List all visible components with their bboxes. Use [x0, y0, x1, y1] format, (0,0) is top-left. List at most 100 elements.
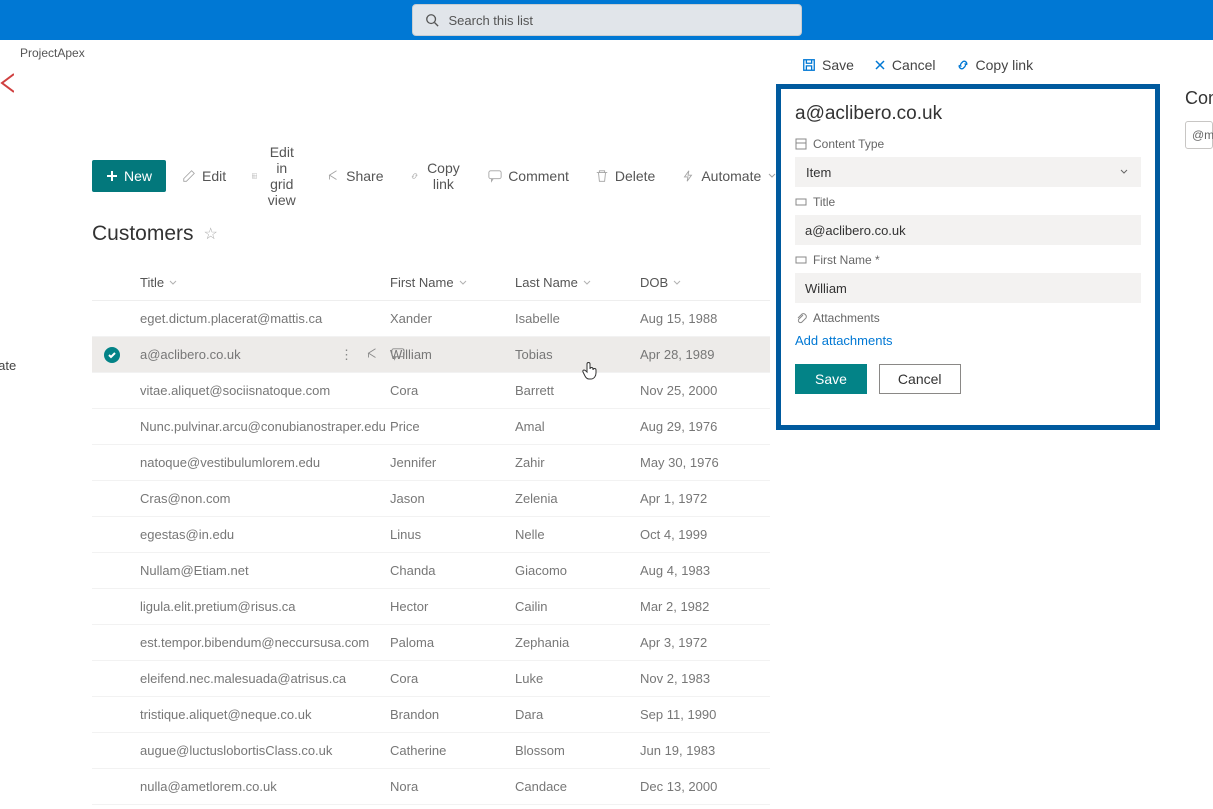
cell-lastname: Dara [515, 707, 640, 722]
firstname-label: First Name * [795, 253, 1141, 267]
cell-dob: Oct 4, 1999 [640, 527, 770, 542]
panel-copylink-button[interactable]: Copy link [948, 53, 1042, 77]
cell-title[interactable]: Nullam@Etiam.net [140, 563, 390, 578]
site-logo [0, 70, 14, 96]
table-row[interactable]: augue@luctuslobortisClass.co.ukCatherine… [92, 733, 770, 769]
table-row[interactable]: vitae.aliquet@sociisnatoque.comCoraBarre… [92, 373, 770, 409]
cell-firstname: Cora [390, 671, 515, 686]
cell-dob: Aug 29, 1976 [640, 419, 770, 434]
col-header-firstname[interactable]: First Name [390, 275, 515, 290]
col-header-title[interactable]: Title [140, 275, 390, 290]
cell-firstname: Chanda [390, 563, 515, 578]
cell-firstname: Catherine [390, 743, 515, 758]
cell-title[interactable]: tristique.aliquet@neque.co.uk [140, 707, 390, 722]
cell-firstname: Paloma [390, 635, 515, 650]
chevron-down-icon [582, 278, 592, 288]
edit-panel: a@aclibero.co.uk Content Type Item Title… [776, 84, 1160, 430]
row-more-icon[interactable]: ⋮ [340, 347, 353, 363]
cell-title[interactable]: nulla@ametlorem.co.uk [140, 779, 390, 794]
row-share-icon[interactable] [365, 347, 379, 361]
table-row[interactable]: a@aclibero.co.ukWilliamTobiasApr 28, 198… [92, 337, 770, 373]
plus-icon [106, 170, 118, 182]
search-input[interactable] [449, 13, 789, 28]
new-button[interactable]: New [92, 160, 166, 192]
cell-title[interactable]: augue@luctuslobortisClass.co.uk [140, 743, 390, 758]
table-row[interactable]: eleifend.nec.malesuada@atrisus.caCoraLuk… [92, 661, 770, 697]
table-row[interactable]: egestas@in.eduLinusNelleOct 4, 1999 [92, 517, 770, 553]
cancel-button[interactable]: Cancel [879, 364, 961, 394]
search-icon [425, 13, 439, 27]
save-button[interactable]: Save [795, 364, 867, 394]
cell-title[interactable]: eleifend.nec.malesuada@atrisus.ca [140, 671, 390, 686]
table-row[interactable]: Nullam@Etiam.netChandaGiacomoAug 4, 1983 [92, 553, 770, 589]
comment-icon [488, 169, 502, 183]
panel-cancel-label: Cancel [892, 57, 936, 73]
cell-title[interactable]: eget.dictum.placerat@mattis.ca [140, 311, 390, 326]
edit-grid-label: Edit in grid view [263, 144, 300, 208]
cell-dob: Apr 3, 1972 [640, 635, 770, 650]
search-box[interactable] [412, 4, 802, 36]
cell-title[interactable]: Cras@non.com [140, 491, 390, 506]
cell-title[interactable]: est.tempor.bibendum@neccursusa.com [140, 635, 390, 650]
contenttype-icon [795, 138, 807, 150]
cell-title[interactable]: vitae.aliquet@sociisnatoque.com [140, 383, 390, 398]
delete-button[interactable]: Delete [585, 160, 665, 192]
panel-save-label: Save [822, 57, 854, 73]
panel-cancel-button[interactable]: Cancel [866, 53, 944, 77]
panel-save-button[interactable]: Save [794, 53, 862, 77]
cell-firstname: Price [390, 419, 515, 434]
table-row[interactable]: Cras@non.comJasonZeleniaApr 1, 1972 [92, 481, 770, 517]
col-dob-label: DOB [640, 275, 668, 290]
table-row[interactable]: ligula.elit.pretium@risus.caHectorCailin… [92, 589, 770, 625]
chevron-down-icon [672, 278, 682, 288]
automate-button[interactable]: Automate [671, 160, 787, 192]
cell-lastname: Candace [515, 779, 640, 794]
share-button[interactable]: Share [316, 160, 393, 192]
table-row[interactable]: Nunc.pulvinar.arcu@conubianostraper.eduP… [92, 409, 770, 445]
site-title: ProjectApex [20, 46, 85, 60]
col-firstname-label: First Name [390, 275, 454, 290]
nav-item[interactable]: emplate [0, 358, 16, 373]
col-header-dob[interactable]: DOB [640, 275, 770, 290]
cell-title[interactable]: egestas@in.edu [140, 527, 390, 542]
table-row[interactable]: tristique.aliquet@neque.co.ukBrandonDara… [92, 697, 770, 733]
add-attachments-link[interactable]: Add attachments [795, 333, 1141, 348]
attachments-label: Attachments [795, 311, 1141, 325]
table-row[interactable]: eget.dictum.placerat@mattis.caXanderIsab… [92, 301, 770, 337]
comment-button[interactable]: Comment [478, 160, 579, 192]
chevron-down-icon [168, 278, 178, 288]
cell-dob: Apr 1, 1972 [640, 491, 770, 506]
copylink-button[interactable]: Copy link [400, 160, 473, 192]
list-heading: Customers ☆ [92, 222, 218, 246]
table-row[interactable]: est.tempor.bibendum@neccursusa.comPaloma… [92, 625, 770, 661]
table-row[interactable]: nulla@ametlorem.co.ukNoraCandaceDec 13, … [92, 769, 770, 805]
mention-input[interactable]: @m [1185, 121, 1213, 149]
cell-title[interactable]: natoque@vestibulumlorem.edu [140, 455, 390, 470]
col-header-lastname[interactable]: Last Name [515, 275, 640, 290]
cell-lastname: Tobias [515, 347, 640, 362]
cell-title[interactable]: Nunc.pulvinar.arcu@conubianostraper.edu [140, 419, 390, 434]
edit-button[interactable]: Edit [172, 160, 236, 192]
cell-lastname: Barrett [515, 383, 640, 398]
cell-firstname: Jason [390, 491, 515, 506]
title-input[interactable] [795, 215, 1141, 245]
cell-lastname: Amal [515, 419, 640, 434]
firstname-input[interactable] [795, 273, 1141, 303]
chevron-down-icon [458, 278, 468, 288]
cell-title[interactable]: ligula.elit.pretium@risus.ca [140, 599, 390, 614]
cell-firstname: Xander [390, 311, 515, 326]
cell-dob: Jun 19, 1983 [640, 743, 770, 758]
row-comment-icon[interactable] [391, 347, 405, 361]
panel-title: a@aclibero.co.uk [795, 103, 1141, 125]
selected-check-icon [104, 347, 120, 363]
contenttype-select[interactable]: Item [795, 157, 1141, 187]
panel-copylink-label: Copy link [976, 57, 1034, 73]
cell-dob: Nov 2, 1983 [640, 671, 770, 686]
new-label: New [124, 168, 152, 184]
text-icon [795, 254, 807, 266]
delete-label: Delete [615, 168, 655, 184]
edit-grid-button[interactable]: Edit in grid view [242, 160, 310, 192]
comment-label: Comment [508, 168, 569, 184]
favorite-star-icon[interactable]: ☆ [204, 224, 218, 244]
table-row[interactable]: natoque@vestibulumlorem.eduJenniferZahir… [92, 445, 770, 481]
